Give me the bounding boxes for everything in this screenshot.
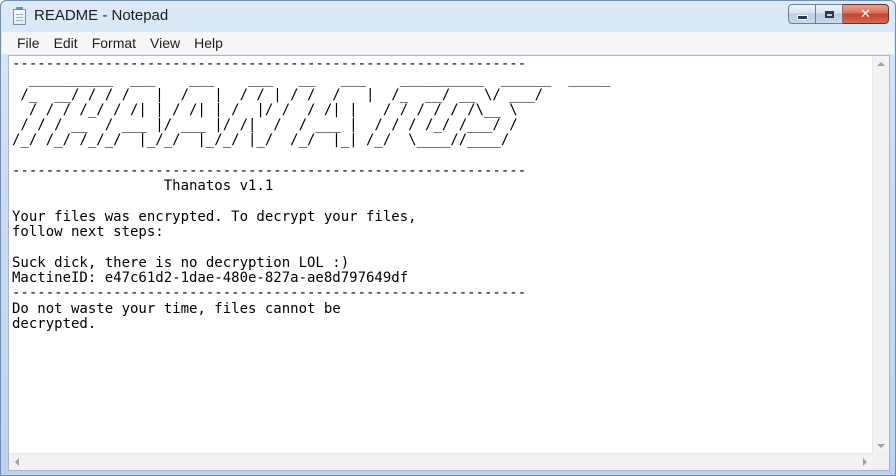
window-title: README - Notepad: [34, 7, 169, 24]
caption-buttons: ✕: [788, 4, 889, 25]
document-line: Do not waste your time, files cannot be: [12, 300, 341, 317]
vertical-scrollbar[interactable]: [872, 56, 889, 454]
scrollbar-corner: [872, 453, 889, 470]
menu-file[interactable]: File: [2, 32, 47, 54]
document-line: ----------------------------------------…: [12, 285, 527, 302]
menu-format[interactable]: Format: [85, 32, 143, 54]
document-line: __________ ___ ___ ___ __ ___ __________…: [12, 71, 619, 88]
document-line: Your files was encrypted. To decrypt you…: [12, 208, 417, 225]
notepad-window: README - Notepad ✕ File Edit Format View…: [0, 0, 896, 476]
menu-bar: File Edit Format View Help: [2, 32, 894, 55]
menu-view[interactable]: View: [143, 32, 187, 54]
horizontal-scrollbar[interactable]: [9, 453, 873, 470]
document-line: / / / /_/ / /| | / /| | / |/ / / /| | / …: [12, 101, 535, 118]
maximize-icon: [824, 10, 834, 18]
document-line: MactineID: e47c61d2-1dae-480e-827a-ae8d7…: [12, 270, 409, 287]
maximize-button[interactable]: [816, 4, 843, 24]
document-line: / / / __ / ___ |/ ___ |/ /| / / ___ | / …: [12, 117, 535, 134]
scroll-left-arrow-icon[interactable]: [15, 458, 19, 466]
close-button[interactable]: ✕: [843, 4, 889, 24]
editor-frame: ----------------------------------------…: [8, 55, 890, 471]
document-line: follow next steps:: [12, 224, 164, 241]
scroll-down-arrow-icon[interactable]: [877, 444, 885, 448]
document-line: /_/ /_/ /_/_/ |_/_/ |_/_/ |_/ /_/ |_| /_…: [12, 132, 535, 149]
menu-help[interactable]: Help: [187, 32, 230, 54]
minimize-button[interactable]: [788, 4, 816, 24]
document-line: ----------------------------------------…: [12, 56, 527, 72]
text-editor[interactable]: ----------------------------------------…: [9, 56, 873, 454]
document-line: /_ __/ / / / | / | / / | / / / | /_ __/ …: [12, 86, 552, 103]
menu-edit[interactable]: Edit: [47, 32, 85, 54]
minimize-icon: [796, 14, 808, 20]
document-text[interactable]: ----------------------------------------…: [9, 56, 873, 332]
title-bar[interactable]: README - Notepad ✕: [1, 1, 895, 32]
document-line: Thanatos v1.1: [12, 178, 274, 195]
document-line: Suck dick, there is no decryption LOL :): [12, 254, 350, 271]
notepad-icon[interactable]: [13, 7, 26, 25]
document-line: ----------------------------------------…: [12, 163, 527, 180]
scroll-up-arrow-icon[interactable]: [877, 62, 885, 66]
document-line: decrypted.: [12, 316, 97, 333]
close-icon: ✕: [860, 6, 871, 22]
scroll-right-arrow-icon[interactable]: [863, 458, 867, 466]
